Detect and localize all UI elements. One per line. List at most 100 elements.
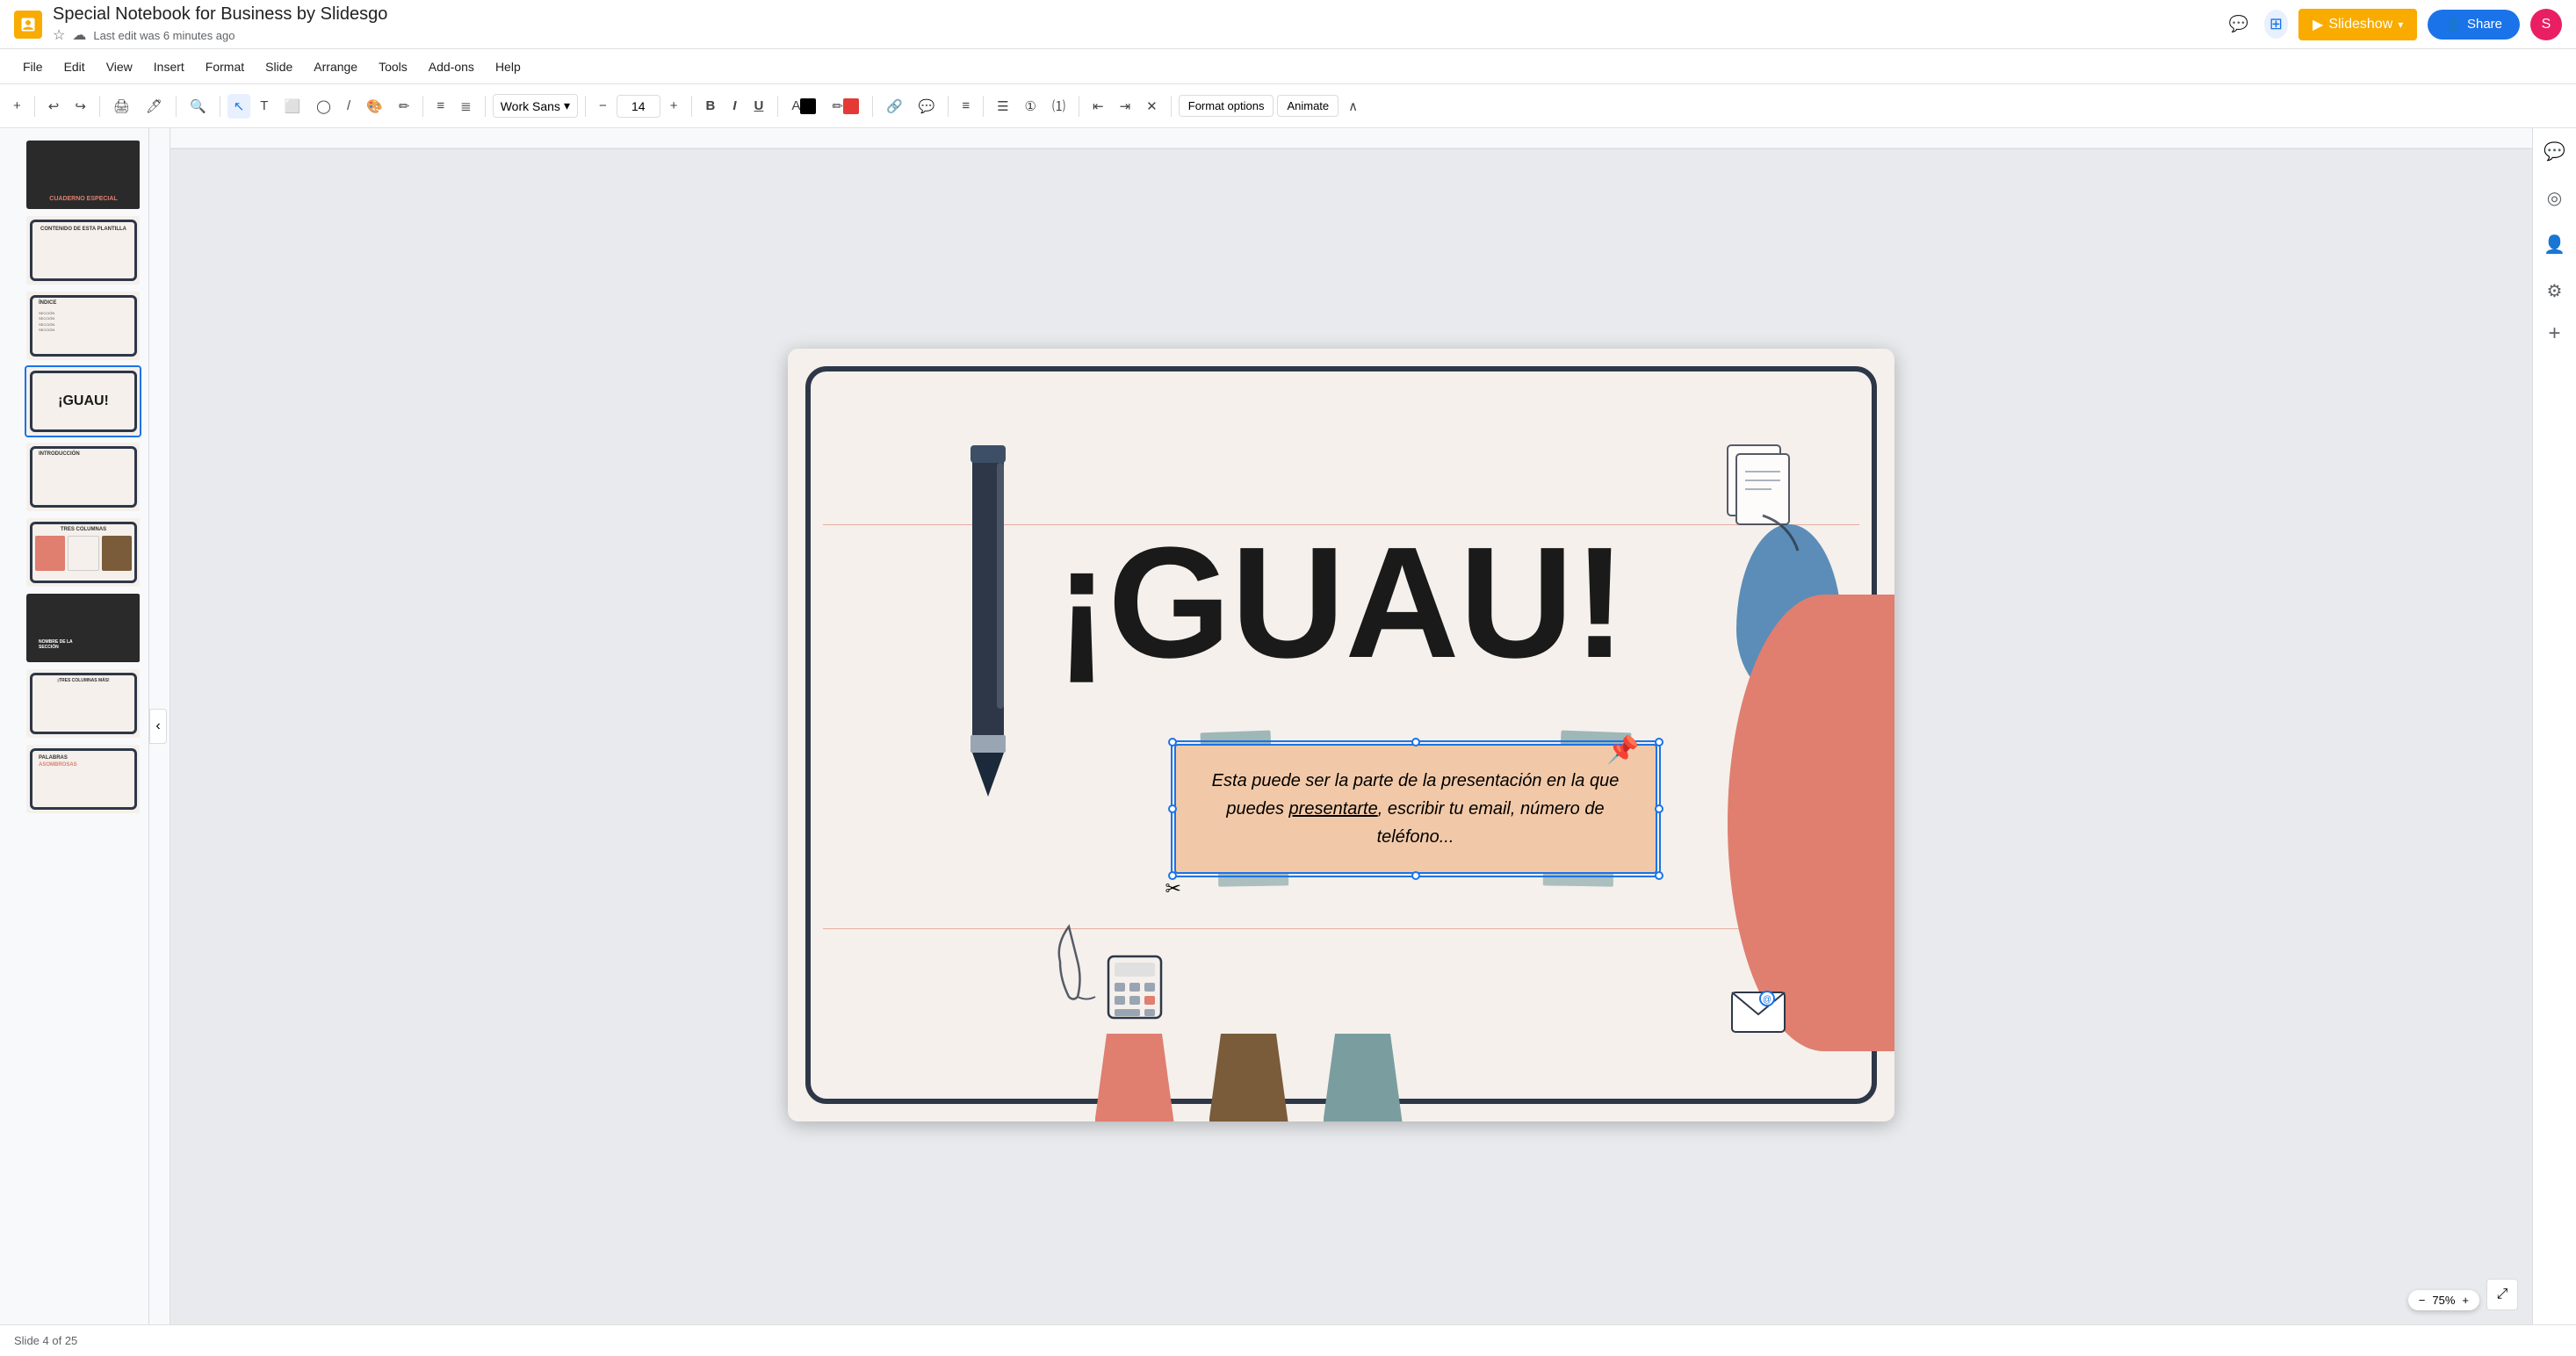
right-panel-add-icon[interactable]: + bbox=[2548, 321, 2560, 346]
menu-addons[interactable]: Add-ons bbox=[420, 56, 483, 77]
slide-thumb-9[interactable]: PALABRAS ASOMBROSAS bbox=[25, 743, 141, 815]
add-button[interactable]: + bbox=[7, 94, 27, 118]
toolbar-sep-5 bbox=[422, 96, 423, 117]
undo-button[interactable]: ↩ bbox=[42, 94, 66, 119]
indent-more-button[interactable]: ⇥ bbox=[1114, 94, 1137, 119]
sticky-underline-word: presentarte bbox=[1289, 799, 1378, 819]
paint-format-button[interactable]: 🖊 bbox=[140, 94, 169, 119]
slideshow-button[interactable]: ▶ Slideshow ▾ bbox=[2298, 9, 2417, 40]
slide-thumb-6[interactable]: TRES COLUMNAS bbox=[25, 516, 141, 588]
app-icon[interactable] bbox=[14, 11, 42, 39]
zoom-level[interactable]: 75% bbox=[2432, 1294, 2455, 1307]
slide-thumb-7[interactable]: NOMBRE DE LASECCIÓN bbox=[25, 592, 141, 664]
slide-info: Slide 4 of 25 bbox=[14, 1334, 77, 1347]
share-button[interactable]: 👤 Share bbox=[2428, 10, 2520, 40]
animate-button[interactable]: Animate bbox=[1277, 95, 1339, 117]
main-area: 1 CUADERNO ESPECIAL 2 CONTENIDO DE ESTA … bbox=[0, 128, 2576, 1324]
alt-list-button[interactable]: ⑴ bbox=[1046, 92, 1072, 119]
pin-icon: 📌 bbox=[1606, 735, 1639, 766]
slide-thumb-container-9: 9 PALABRAS ASOMBROSAS bbox=[0, 743, 148, 815]
slide-thumb-2[interactable]: CONTENIDO DE ESTA PLANTILLA bbox=[25, 214, 141, 286]
slide-thumb-container-8: 8 ¡TRES COLUMNAS MÁS! bbox=[0, 667, 148, 739]
list-button[interactable]: ≣ bbox=[454, 94, 478, 119]
text-align-button[interactable]: ≡ bbox=[956, 94, 976, 118]
topbar: Special Notebook for Business by Slidesg… bbox=[0, 0, 2576, 49]
ruler-top bbox=[149, 128, 2532, 149]
toolbar-sep-14 bbox=[1171, 96, 1172, 117]
topbar-right: 💬 ⊞ ▶ Slideshow ▾ 👤 Share S bbox=[2223, 9, 2562, 40]
print-button[interactable]: 🖨 bbox=[107, 94, 136, 119]
italic-button[interactable]: I bbox=[725, 95, 743, 117]
slide-thumb-container-1: 1 CUADERNO ESPECIAL bbox=[0, 139, 148, 211]
zoom-button[interactable]: 🔍 bbox=[184, 94, 213, 119]
zoom-minus[interactable]: − bbox=[2419, 1294, 2426, 1307]
highlight-icon: ✏ bbox=[832, 98, 843, 114]
font-selector[interactable]: Work Sans ▾ bbox=[493, 94, 578, 118]
menu-slide[interactable]: Slide bbox=[256, 56, 301, 77]
menu-tools[interactable]: Tools bbox=[370, 56, 416, 77]
doc-title[interactable]: Special Notebook for Business by Slidesg… bbox=[53, 4, 2212, 25]
slide-thumb-4[interactable]: ¡GUAU! bbox=[25, 365, 141, 437]
text-color-button[interactable]: A bbox=[785, 94, 822, 119]
slide-thumb-8[interactable]: ¡TRES COLUMNAS MÁS! bbox=[25, 667, 141, 739]
grid-icon-btn[interactable]: ⊞ bbox=[2264, 10, 2288, 39]
toolbar-sep-7 bbox=[585, 96, 586, 117]
indent-less-button[interactable]: ⇤ bbox=[1086, 94, 1110, 119]
slide-thumb-3[interactable]: ÍNDICE SECCIÓNSECCIÓNSECCIÓNSECCIÓN bbox=[25, 290, 141, 362]
toolbar-collapse-btn[interactable]: ∧ bbox=[1342, 94, 1364, 119]
comments-icon-btn[interactable]: 💬 bbox=[2223, 10, 2253, 39]
sidebar-collapse-button[interactable]: ‹ bbox=[149, 709, 167, 744]
pen-tool[interactable]: ✏ bbox=[393, 94, 416, 119]
font-size-increase[interactable]: + bbox=[664, 94, 684, 118]
right-panel-comments-icon[interactable]: 💬 bbox=[2538, 135, 2571, 168]
right-panel-person-icon[interactable]: 👤 bbox=[2538, 228, 2571, 261]
shape-tool[interactable]: ◯ bbox=[310, 94, 337, 119]
main-guau-text[interactable]: ¡GUAU! bbox=[788, 524, 1894, 682]
sticky-note-container[interactable]: Esta puede ser la parte de la presentaci… bbox=[1174, 744, 1657, 874]
font-size-decrease[interactable]: − bbox=[593, 94, 613, 118]
line-tool[interactable]: / bbox=[341, 94, 357, 118]
menu-insert[interactable]: Insert bbox=[145, 56, 193, 77]
menu-format[interactable]: Format bbox=[197, 56, 253, 77]
expand-button[interactable]: ⤢ bbox=[2486, 1279, 2518, 1310]
slide-thumb-container-7: 7 NOMBRE DE LASECCIÓN bbox=[0, 592, 148, 664]
right-panel-settings-icon[interactable]: ⚙ bbox=[2542, 275, 2568, 307]
menu-help[interactable]: Help bbox=[487, 56, 530, 77]
font-name: Work Sans bbox=[501, 99, 560, 113]
right-panel-shapes-icon[interactable]: ◎ bbox=[2542, 182, 2567, 214]
text-tool[interactable]: T bbox=[254, 94, 274, 118]
bold-button[interactable]: B bbox=[699, 95, 723, 117]
menu-file[interactable]: File bbox=[14, 56, 52, 77]
font-size-input[interactable]: 14 bbox=[617, 95, 660, 118]
toolbar-sep-3 bbox=[176, 96, 177, 117]
link-button[interactable]: 🔗 bbox=[880, 94, 909, 119]
avatar[interactable]: S bbox=[2530, 9, 2562, 40]
zoom-control[interactable]: − 75% + bbox=[2408, 1290, 2479, 1310]
numbered-list-button[interactable]: ① bbox=[1019, 94, 1043, 119]
underline-button[interactable]: U bbox=[747, 95, 771, 117]
menubar: File Edit View Insert Format Slide Arran… bbox=[0, 49, 2576, 84]
slide-thumb-1[interactable]: CUADERNO ESPECIAL bbox=[25, 139, 141, 211]
clear-format-button[interactable]: ✕ bbox=[1140, 94, 1164, 119]
slide-thumb-container-3: 3 ÍNDICE SECCIÓNSECCIÓNSECCIÓNSECCIÓN bbox=[0, 290, 148, 362]
canvas-area[interactable]: ¡GUAU! bbox=[149, 128, 2532, 1324]
menu-view[interactable]: View bbox=[97, 56, 141, 77]
redo-button[interactable]: ↪ bbox=[69, 94, 92, 119]
slide-thumb-5[interactable]: INTRODUCCIÓN bbox=[25, 441, 141, 513]
sticky-text-end: , escribir tu email, número de teléfono.… bbox=[1377, 799, 1605, 847]
image-tool[interactable]: ⬜ bbox=[278, 94, 307, 119]
color-fill-button[interactable]: 🎨 bbox=[360, 94, 389, 119]
zoom-plus[interactable]: + bbox=[2462, 1294, 2469, 1307]
slide-canvas[interactable]: ¡GUAU! bbox=[788, 349, 1894, 1122]
bullet-list-button[interactable]: ☰ bbox=[991, 94, 1014, 119]
menu-edit[interactable]: Edit bbox=[55, 56, 94, 77]
paragraph-align-button[interactable]: ≡ bbox=[430, 94, 451, 118]
orange-line-bottom bbox=[823, 928, 1859, 929]
select-tool[interactable]: ↖ bbox=[227, 94, 251, 119]
menu-arrange[interactable]: Arrange bbox=[305, 56, 366, 77]
star-icon[interactable]: ☆ bbox=[53, 26, 65, 44]
scissors-icon: ✂ bbox=[1165, 877, 1181, 900]
highlight-color-button[interactable]: ✏ bbox=[826, 94, 865, 119]
comment-button[interactable]: 💬 bbox=[913, 94, 942, 119]
format-options-button[interactable]: Format options bbox=[1179, 95, 1274, 117]
